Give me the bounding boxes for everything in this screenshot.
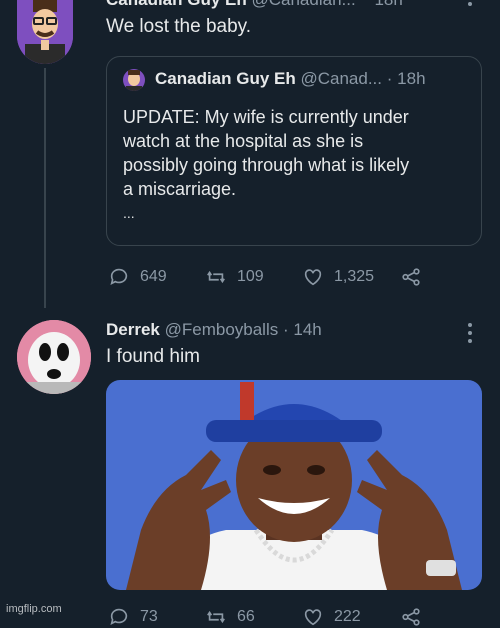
like-button[interactable]: 1,325 bbox=[302, 266, 374, 288]
quoted-tweet-card[interactable]: Canadian Guy Eh @Canad... · 18h UPDATE: … bbox=[106, 56, 482, 246]
shy-guy-mask-icon bbox=[17, 320, 91, 394]
tweet1-text: We lost the baby. bbox=[106, 16, 252, 37]
quoted-time: 18h bbox=[397, 69, 426, 88]
quoted-body: UPDATE: My wife is currently under watch… bbox=[123, 105, 409, 225]
separator-dot: · bbox=[282, 320, 289, 339]
tweet-time: 18h bbox=[374, 0, 402, 9]
author-name[interactable]: Canadian Guy Eh bbox=[106, 0, 247, 9]
heart-icon bbox=[304, 269, 322, 286]
quoted-line: possibly going through what is likely bbox=[123, 155, 410, 175]
like-button[interactable]: 222 bbox=[302, 606, 361, 628]
more-vertical-icon[interactable] bbox=[466, 0, 474, 14]
heart-icon bbox=[304, 609, 322, 626]
share-button[interactable] bbox=[400, 266, 422, 288]
cartoon-avatar-icon bbox=[17, 0, 73, 64]
avatar-derrek[interactable] bbox=[17, 320, 91, 394]
watermark-text: imgflip.com bbox=[6, 603, 62, 615]
reply-count: 649 bbox=[140, 268, 167, 285]
separator-dot: · bbox=[386, 69, 393, 88]
like-count: 1,325 bbox=[334, 268, 375, 285]
tweet-time: 14h bbox=[293, 320, 322, 339]
share-icon bbox=[402, 268, 420, 286]
quoted-line: watch at the hospital as she is bbox=[123, 131, 364, 151]
quoted-author-handle: @Canad... bbox=[300, 69, 383, 88]
quoted-header: Canadian Guy Eh @Canad... · 18h bbox=[155, 69, 426, 89]
tweet2-header: Derrek @Femboyballs · 14h bbox=[106, 320, 322, 340]
author-name[interactable]: Derrek bbox=[106, 320, 160, 339]
retweet-button[interactable]: 66 bbox=[205, 606, 255, 628]
retweet-icon bbox=[207, 270, 225, 284]
author-handle: @Canadian... bbox=[251, 0, 355, 9]
tweet1-header: Canadian Guy Eh @Canadian... 18h bbox=[106, 0, 403, 10]
author-handle: @Femboyballs bbox=[164, 320, 279, 339]
share-icon bbox=[402, 608, 420, 626]
tweet-photo[interactable] bbox=[106, 380, 482, 590]
retweet-count: 109 bbox=[237, 268, 264, 285]
tweet2-text: I found him bbox=[106, 346, 200, 367]
retweet-count: 66 bbox=[237, 608, 255, 625]
share-button[interactable] bbox=[400, 606, 422, 628]
quoted-ellipsis: ... bbox=[123, 205, 135, 221]
quoted-line: UPDATE: My wife is currently under bbox=[123, 107, 409, 127]
retweet-button[interactable]: 109 bbox=[205, 266, 264, 288]
quoted-author-name: Canadian Guy Eh bbox=[155, 69, 296, 88]
retweet-icon bbox=[207, 610, 225, 624]
more-vertical-icon[interactable] bbox=[466, 322, 474, 344]
man-in-blue-hat-photo bbox=[106, 380, 482, 590]
cartoon-avatar-icon bbox=[126, 70, 142, 91]
reply-icon bbox=[110, 608, 128, 625]
reply-button[interactable]: 73 bbox=[108, 606, 158, 628]
quoted-line: a miscarriage. bbox=[123, 179, 237, 199]
thread-connector bbox=[44, 68, 46, 308]
reply-button[interactable]: 649 bbox=[108, 266, 167, 288]
reply-icon bbox=[110, 268, 128, 285]
avatar-canadian-guy[interactable] bbox=[17, 0, 73, 64]
like-count: 222 bbox=[334, 608, 361, 625]
quoted-avatar bbox=[123, 69, 145, 91]
reply-count: 73 bbox=[140, 608, 158, 625]
